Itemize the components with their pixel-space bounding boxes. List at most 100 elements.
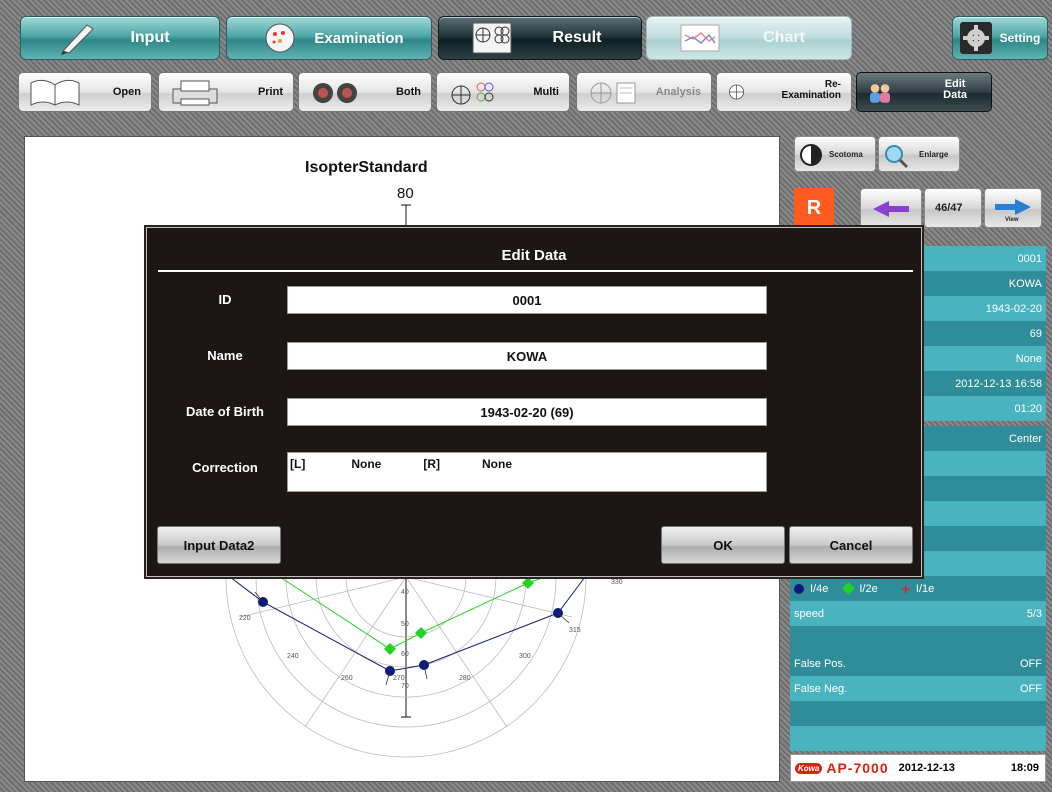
legend-i4e-marker xyxy=(794,583,804,594)
reexamination-label-line1: Re- xyxy=(824,79,841,90)
id-field[interactable]: 0001 xyxy=(287,286,767,314)
correction-left-tag: [L] xyxy=(290,457,306,471)
tab-chart[interactable]: Chart xyxy=(646,16,852,60)
open-label: Open xyxy=(112,86,141,98)
correction-field[interactable]: [L] None [R] None xyxy=(287,452,767,492)
legend-i2e-marker xyxy=(842,582,856,595)
id-label: ID xyxy=(218,292,232,307)
legend-row: I/4e I/2e + I/1e xyxy=(790,576,1046,601)
people-icon xyxy=(870,84,890,103)
info-value: 1943-02-20 xyxy=(985,302,1042,315)
printer-icon xyxy=(172,80,218,106)
legend-i4e: I/4e xyxy=(810,582,829,595)
tab-examination[interactable]: Examination xyxy=(226,16,432,60)
angle-label: 240 xyxy=(287,653,299,660)
correction-left-value: None xyxy=(351,457,382,471)
name-field[interactable]: KOWA xyxy=(287,342,767,370)
reexamination-label: Re- Examination xyxy=(782,79,841,101)
model-name: AP-7000 xyxy=(826,760,889,776)
info-value: None xyxy=(1015,352,1042,365)
angle-label: 220 xyxy=(239,615,251,622)
reexamination-button[interactable]: Re- Examination xyxy=(716,72,852,112)
legend-i2e: I/2e xyxy=(859,582,878,595)
info-value: KOWA xyxy=(1008,277,1042,290)
footer-time: 18:09 xyxy=(1010,762,1039,774)
gear-icon xyxy=(960,22,992,54)
both-label: Both xyxy=(395,86,421,98)
scale-label: 50 xyxy=(401,621,409,628)
angle-label: 280 xyxy=(459,675,471,682)
both-button[interactable]: Both xyxy=(298,72,432,112)
legend-i1e-marker: + xyxy=(901,580,910,597)
ok-button[interactable]: OK xyxy=(661,526,785,564)
view-button[interactable]: View xyxy=(984,188,1042,228)
tab-result[interactable]: Result xyxy=(438,16,642,60)
info-value: 5/3 xyxy=(1026,607,1042,620)
tab-input-label: Input xyxy=(130,29,170,46)
print-label: Print xyxy=(257,86,283,98)
page-counter: 46/47 xyxy=(924,188,982,228)
correction-right-tag: [R] xyxy=(423,457,440,471)
analysis-button[interactable]: Analysis xyxy=(576,72,712,112)
print-button[interactable]: Print xyxy=(158,72,294,112)
result-icon xyxy=(472,22,512,54)
info-value: 01:20 xyxy=(1014,402,1042,415)
info-value: 69 xyxy=(1029,327,1042,340)
footer-date: 2012-12-13 xyxy=(898,762,955,774)
page-counter-text: 46/47 xyxy=(935,202,963,214)
dob-label: Date of Birth xyxy=(186,404,264,419)
prev-button[interactable] xyxy=(860,188,922,228)
input-data2-button[interactable]: Input Data2 xyxy=(157,526,281,564)
enlarge-button[interactable]: Enlarge xyxy=(878,136,960,172)
open-button[interactable]: Open xyxy=(18,72,152,112)
cancel-button[interactable]: Cancel xyxy=(789,526,913,564)
chart-icon xyxy=(680,24,720,52)
edit-data-label-line2: Data xyxy=(943,89,967,101)
info-row-blank xyxy=(790,626,1046,651)
info-row-blank xyxy=(790,701,1046,726)
info-row-false-neg: False Neg. OFF xyxy=(790,676,1046,701)
multi-label: Multi xyxy=(533,86,559,98)
dialog-title: Edit Data xyxy=(501,247,567,264)
view-label: View xyxy=(1005,217,1019,223)
dob-field[interactable]: 1943-02-20 (69) xyxy=(287,398,767,426)
tab-chart-label: Chart xyxy=(763,29,805,46)
angle-label: 330 xyxy=(611,579,623,586)
angle-label: 315 xyxy=(569,627,581,634)
analysis-label: Analysis xyxy=(655,86,701,98)
info-label: speed xyxy=(794,607,824,620)
scale-label: 60 xyxy=(401,651,409,658)
angle-label: 300 xyxy=(519,653,531,660)
both-eyes-icon xyxy=(313,83,357,103)
info-value: 0001 xyxy=(1017,252,1042,265)
isopter-i2e xyxy=(279,576,546,650)
scotoma-button[interactable]: Scotoma xyxy=(794,136,876,172)
info-row-blank xyxy=(790,726,1046,751)
setting-label: Setting xyxy=(999,31,1041,45)
multi-icon xyxy=(451,82,494,105)
reexamination-label-line2: Examination xyxy=(781,90,841,101)
correction-right-value: None xyxy=(482,457,512,471)
eye-badge: R xyxy=(794,188,834,228)
info-label: False Pos. xyxy=(794,657,846,670)
info-row-speed: speed 5/3 xyxy=(790,601,1046,626)
info-value: Center xyxy=(1008,432,1042,445)
edit-data-button[interactable]: Edit Data xyxy=(856,72,992,112)
scotoma-icon xyxy=(800,144,822,166)
arrow-left-icon xyxy=(873,201,909,217)
correction-label: Correction xyxy=(192,460,258,475)
tab-examination-label: Examination xyxy=(314,29,404,47)
angle-label: 260 xyxy=(341,675,353,682)
tab-input[interactable]: Input xyxy=(20,16,220,60)
reexamination-icon xyxy=(729,84,744,100)
dialog-divider xyxy=(158,270,913,272)
tab-result-label: Result xyxy=(552,29,602,46)
arrow-right-icon xyxy=(995,199,1031,215)
multi-button[interactable]: Multi xyxy=(436,72,570,112)
setting-button[interactable]: Setting xyxy=(952,16,1048,60)
edit-data-label: Edit Data xyxy=(943,79,967,101)
scotoma-label: Scotoma xyxy=(829,150,863,159)
name-label: Name xyxy=(207,348,243,363)
info-row-false-pos: False Pos. OFF xyxy=(790,651,1046,676)
info-value: OFF xyxy=(1020,682,1042,695)
